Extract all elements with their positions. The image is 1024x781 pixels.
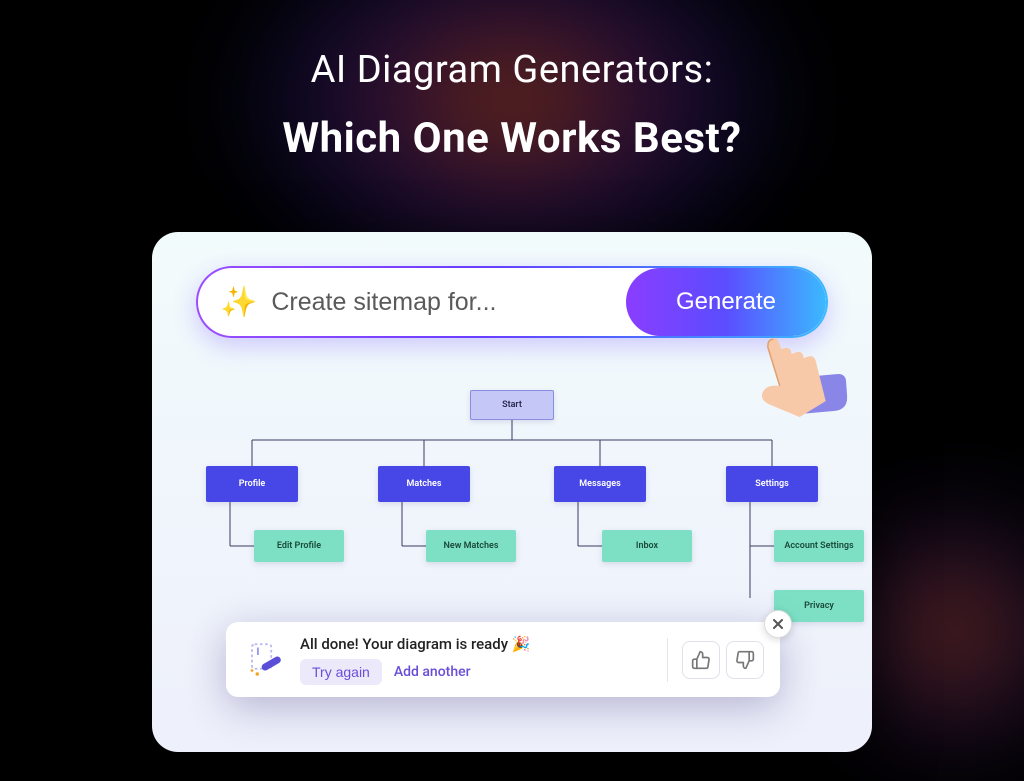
sparkles-icon: ✨ [220,285,257,320]
toast-divider [667,638,668,682]
thumbs-down-button[interactable] [726,641,764,679]
headline-top: AI Diagram Generators: [0,48,1024,92]
toast-message: All done! Your diagram is ready 🎉 [300,635,653,653]
add-another-link[interactable]: Add another [394,664,471,680]
generate-button[interactable]: Generate [626,268,826,336]
close-icon [772,618,784,630]
node-profile: Profile [206,466,298,502]
node-inbox: Inbox [602,530,692,562]
completion-toast: I All done! Your diagram is ready 🎉 Try … [226,622,780,697]
close-button[interactable] [764,610,792,638]
app-preview-card: ✨ Generate [152,232,872,752]
magic-wand-icon: I [242,636,290,684]
thumbs-up-button[interactable] [682,641,720,679]
node-account-settings: Account Settings [774,530,864,562]
headline-bottom: Which One Works Best? [0,114,1024,163]
node-matches: Matches [378,466,470,502]
node-start: Start [470,390,554,420]
node-settings: Settings [726,466,818,502]
node-edit-profile: Edit Profile [254,530,344,562]
node-messages: Messages [554,466,646,502]
prompt-bar: ✨ Generate [196,266,828,338]
node-new-matches: New Matches [426,530,516,562]
svg-text:I: I [256,644,259,657]
try-again-button[interactable]: Try again [300,659,382,685]
headline: AI Diagram Generators: Which One Works B… [0,0,1024,163]
thumbs-down-icon [735,650,755,670]
thumbs-up-icon [691,650,711,670]
prompt-input[interactable] [271,288,630,317]
